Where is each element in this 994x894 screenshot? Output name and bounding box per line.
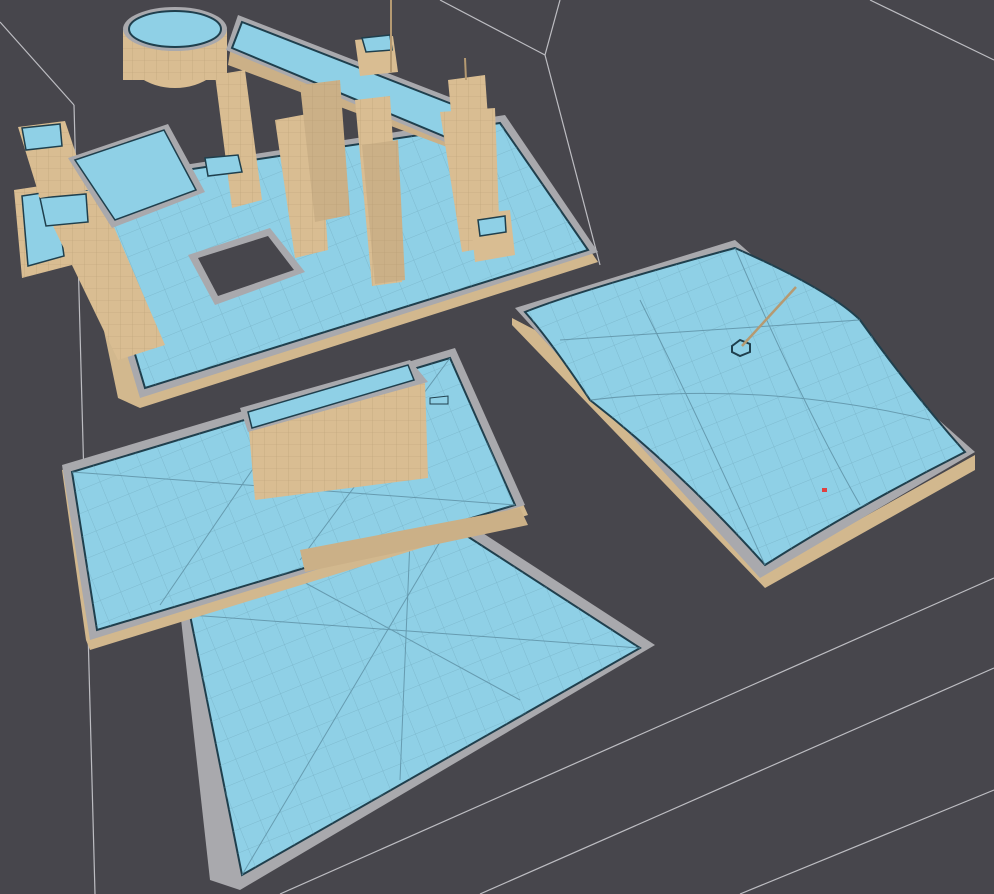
marker-pole — [464, 57, 467, 81]
grid-line — [0, 21, 75, 106]
navmesh-floor-ramp[interactable] — [62, 348, 655, 890]
3d-viewport[interactable] — [0, 0, 994, 894]
grid-line — [439, 0, 546, 56]
grid-line — [869, 0, 994, 61]
grid-line — [544, 0, 561, 56]
navmesh-floor-terrain[interactable] — [512, 240, 975, 588]
navmesh-floor-ruins[interactable] — [14, 0, 598, 408]
target-marker — [822, 488, 827, 492]
grid-line — [739, 789, 994, 894]
